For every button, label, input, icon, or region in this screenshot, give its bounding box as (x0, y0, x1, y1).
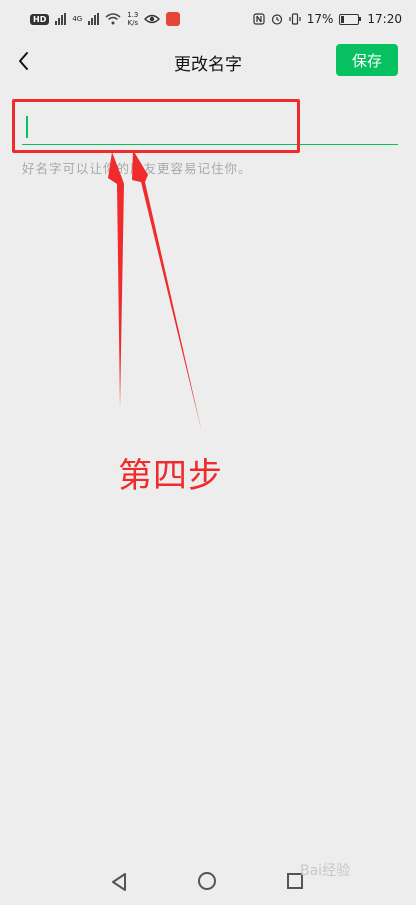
watermark: Bai经验 (300, 863, 351, 879)
nav-back-icon[interactable] (110, 872, 128, 892)
system-nav-bar (0, 862, 416, 905)
step-label: 第四步 (118, 456, 223, 496)
arrow-right (132, 150, 202, 433)
arrow-left (108, 152, 124, 408)
nav-home-icon[interactable] (198, 872, 216, 890)
